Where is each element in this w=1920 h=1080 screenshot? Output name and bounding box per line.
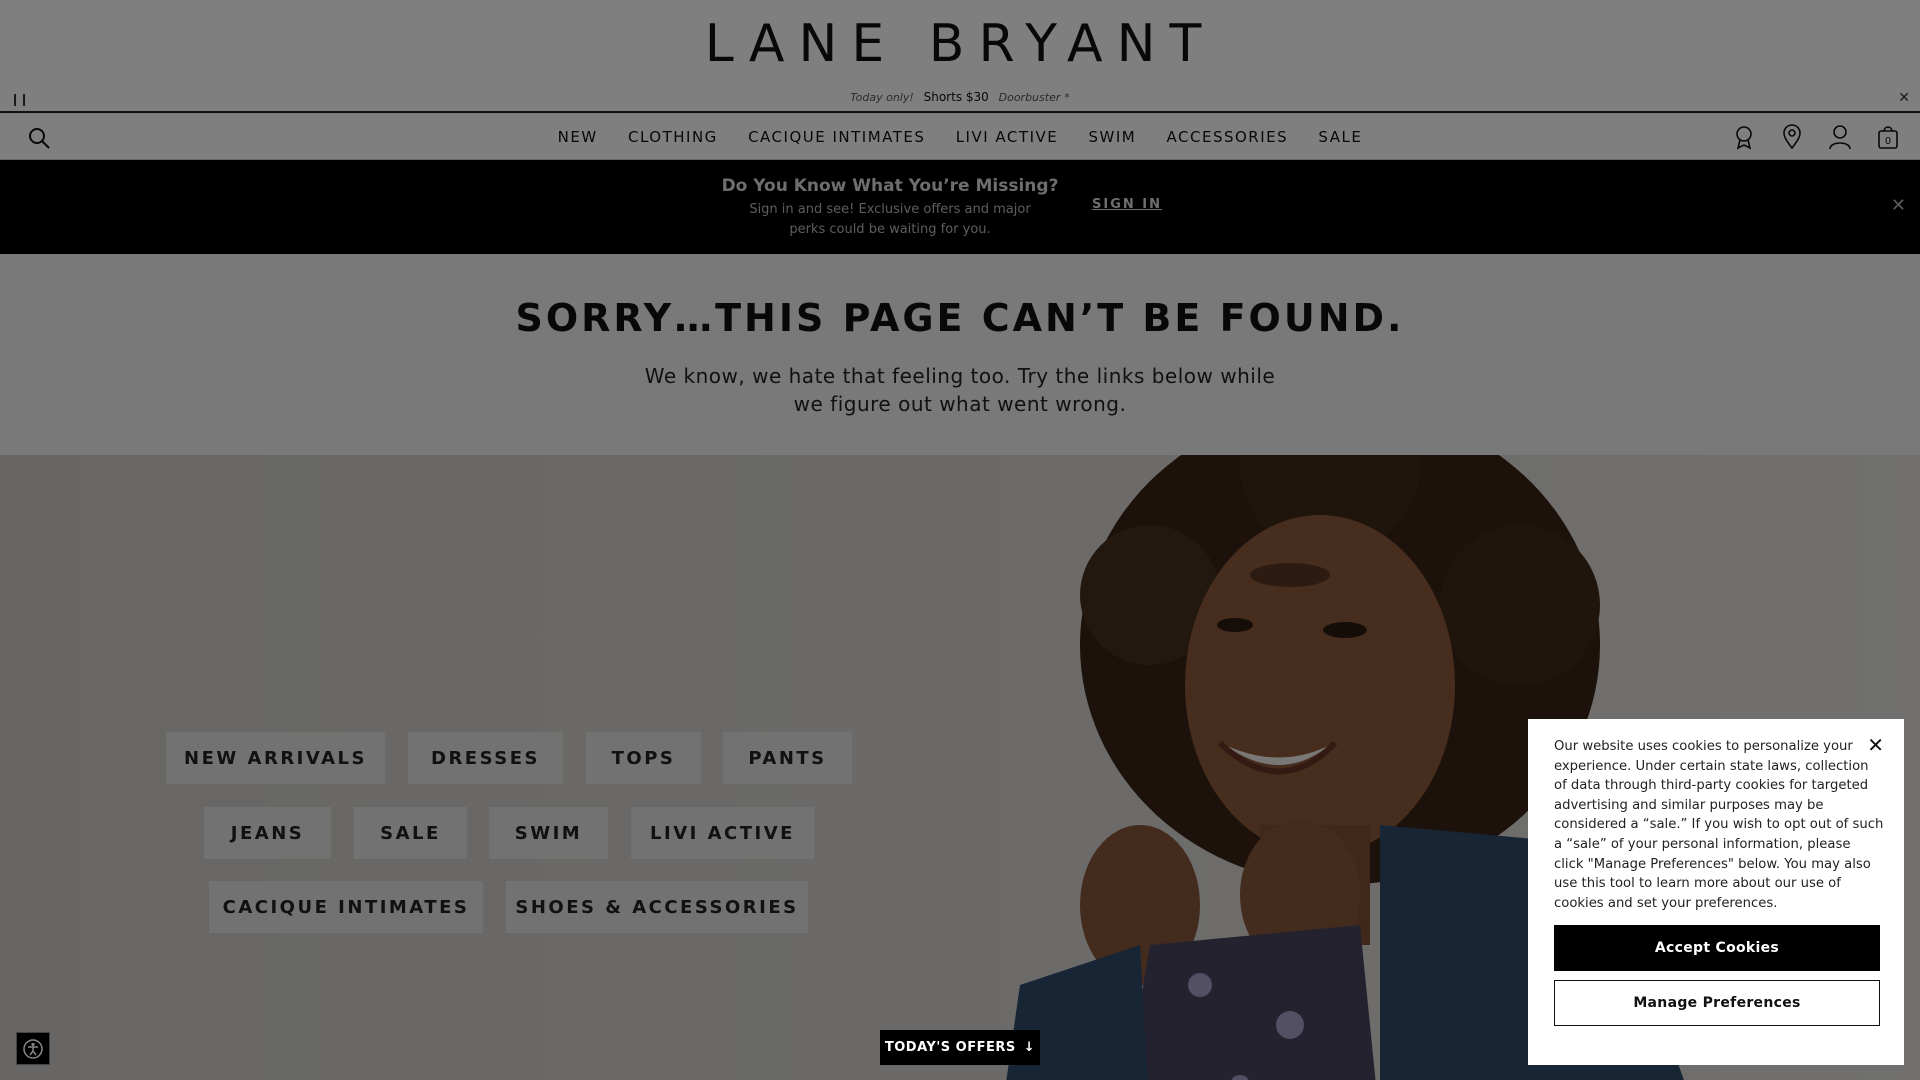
accessibility-icon	[23, 1038, 43, 1059]
arrow-down-icon: ↓	[1023, 1040, 1036, 1055]
cookie-consent-dialog: ✕ Our website uses cookies to personaliz…	[1528, 719, 1904, 1065]
manage-preferences-button[interactable]: Manage Preferences	[1554, 980, 1880, 1026]
todays-offers-button[interactable]: TODAY'S OFFERS ↓	[880, 1030, 1040, 1065]
accessibility-button[interactable]	[16, 1032, 50, 1065]
todays-offers-label: TODAY'S OFFERS	[884, 1040, 1016, 1055]
accept-cookies-button[interactable]: Accept Cookies	[1554, 925, 1880, 971]
cookie-consent-text: Our website uses cookies to personalize …	[1554, 739, 1884, 911]
